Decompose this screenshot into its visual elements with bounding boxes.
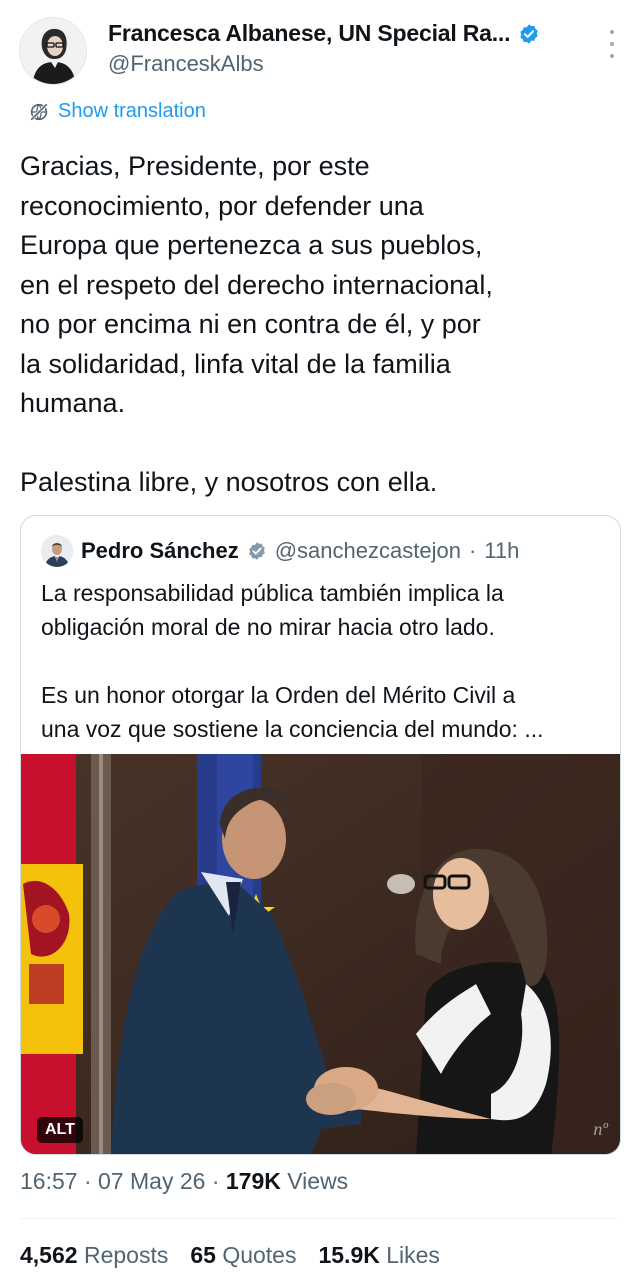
quoted-separator: · [468, 538, 477, 563]
gray-verified-badge-icon [248, 542, 265, 560]
quotes-stat[interactable]: 65 Quotes [190, 1242, 296, 1269]
more-options-icon[interactable] [608, 30, 616, 58]
views-label: Views [287, 1168, 349, 1194]
verified-badge-icon [520, 23, 538, 44]
show-translation-label[interactable]: Show translation [58, 100, 206, 123]
tweet-line: Gracias, Presidente, por este [20, 151, 370, 181]
quoted-tweet-photo[interactable]: ALT nº [21, 754, 620, 1154]
quoted-author-handle[interactable]: @sanchezcastejon [275, 538, 461, 564]
quoted-author-avatar[interactable] [41, 535, 73, 567]
quotes-label: Quotes [222, 1242, 297, 1268]
tweet-line: en el respeto del derecho internacional, [20, 269, 493, 300]
tweet-line: reconocimiento, por defender una [20, 190, 424, 221]
tweet-meta: 16:57 · 07 May 26 · 179K Views [20, 1168, 348, 1195]
author-avatar-image [20, 18, 86, 84]
tweet-line: humana. [20, 388, 126, 418]
likes-label: Likes [386, 1242, 440, 1268]
meta-separator: · [83, 1168, 92, 1194]
views-count: 179K [225, 1168, 281, 1194]
author-avatar[interactable] [19, 17, 87, 85]
author-name-row[interactable]: Francesca Albanese, UN Special Ra... [108, 20, 540, 47]
quoted-tweet-header: Pedro Sánchez @sanchezcastejon · 11h [41, 535, 519, 567]
photo-handshake-image [21, 754, 620, 1154]
quoted-author-name[interactable]: Pedro Sánchez [81, 538, 239, 564]
quoted-tweet-card[interactable]: Pedro Sánchez @sanchezcastejon · 11h La … [20, 515, 621, 1155]
show-translation-link[interactable]: Show translation [28, 100, 206, 123]
divider [20, 1218, 618, 1219]
likes-stat[interactable]: 15.9K Likes [318, 1242, 439, 1269]
quoted-tweet-body: La responsabilidad pública también impli… [41, 576, 611, 746]
quotes-count: 65 [190, 1242, 216, 1268]
reposts-stat[interactable]: 4,562 Reposts [20, 1242, 168, 1269]
quoted-timestamp[interactable]: 11h [484, 538, 519, 564]
tweet-date[interactable]: 07 May 26 [98, 1168, 205, 1194]
tweet-line: la solidaridad, linfa vital de la famili… [20, 348, 451, 379]
author-display-name[interactable]: Francesca Albanese, UN Special Ra... [108, 20, 510, 47]
globe-slash-icon [30, 102, 48, 121]
likes-count: 15.9K [318, 1242, 380, 1268]
tweet-line: no por encima ni en contra de él, y por [20, 309, 481, 339]
tweet-line: Palestina libre, y nosotros con ella. [20, 466, 438, 497]
reposts-count: 4,562 [20, 1242, 78, 1268]
quoted-line: La responsabilidad pública también impli… [41, 580, 504, 606]
tweet-time[interactable]: 16:57 [20, 1168, 78, 1194]
tweet-line: Europa que pertenezca a sus pueblos, [20, 230, 483, 260]
reposts-label: Reposts [83, 1242, 169, 1268]
quoted-line: Es un honor otorgar la Orden del Mérito … [41, 682, 516, 708]
author-handle[interactable]: @FranceskAlbs [108, 51, 264, 77]
tweet-header: Francesca Albanese, UN Special Ra... @Fr… [0, 0, 638, 96]
meta-separator: · [211, 1168, 220, 1194]
quoted-author-avatar-image [41, 535, 73, 567]
photo-watermark: nº [593, 1119, 608, 1139]
engagement-stats: 4,562 Reposts 65 Quotes 15.9K Likes [20, 1242, 440, 1269]
tweet-body: Gracias, Presidente, por este reconocimi… [20, 147, 620, 502]
quoted-line: obligación moral de no mirar hacia otro … [41, 614, 495, 640]
quoted-line: una voz que sostiene la conciencia del m… [41, 716, 544, 742]
alt-text-badge[interactable]: ALT [37, 1117, 83, 1143]
